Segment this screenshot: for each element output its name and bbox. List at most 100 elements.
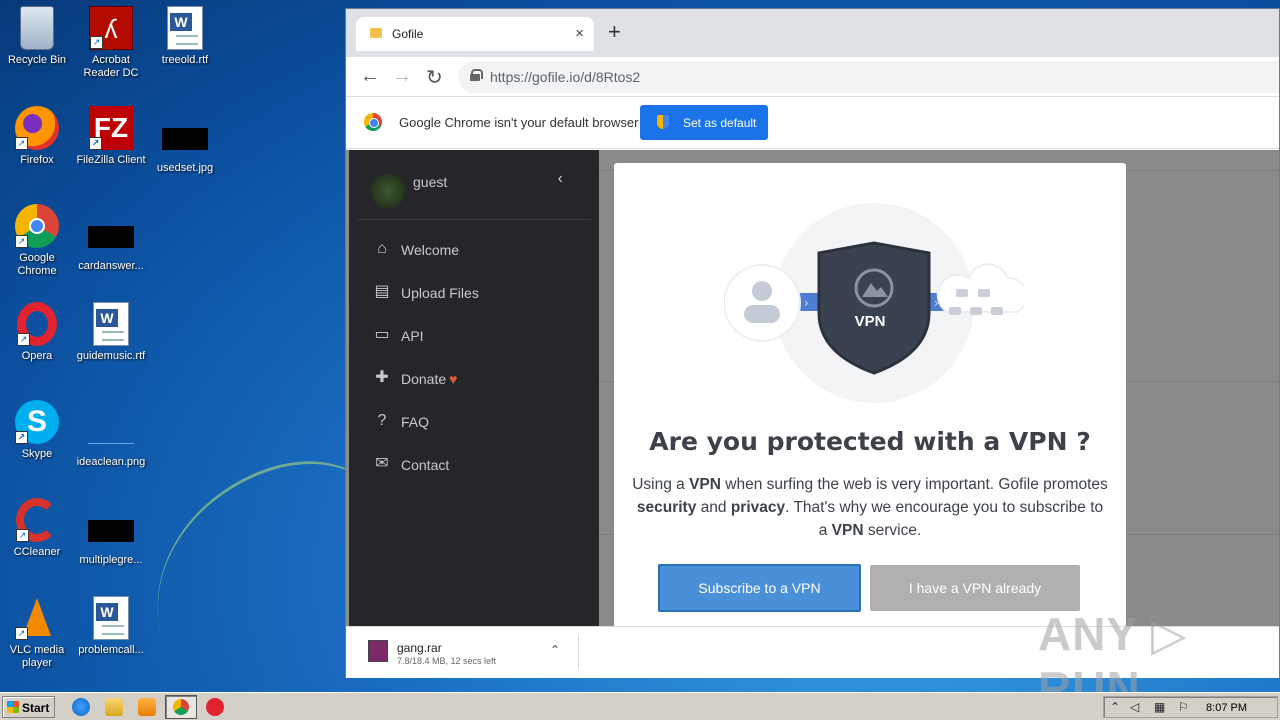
- desktop-icon-label: guidemusic.rtf: [76, 350, 146, 362]
- svg-text:›: ›: [804, 296, 809, 310]
- reload-icon[interactable]: ↻: [426, 65, 443, 90]
- opera-icon: ↗: [17, 302, 57, 346]
- file-thumbnail: [162, 128, 208, 150]
- desktop-icon-filezilla[interactable]: FZ ↗ FileZilla Client: [74, 106, 148, 167]
- desktop-icon-label: multiplegre...: [79, 554, 143, 566]
- vpn-illustration: › ›: [724, 203, 1024, 403]
- desktop-icon-label: Recycle Bin: [7, 54, 67, 66]
- chevron-up-icon[interactable]: ⌃: [550, 643, 560, 657]
- url-text: https://gofile.io/d/8Rtos2: [490, 69, 641, 85]
- clock[interactable]: 8:07 PM: [1206, 702, 1247, 714]
- taskbar-chrome-button[interactable]: [165, 695, 197, 719]
- opera-icon[interactable]: [206, 698, 224, 716]
- shortcut-arrow-icon: ↗: [89, 137, 102, 150]
- desktop-icon-cardanswer[interactable]: cardanswer...: [74, 214, 148, 273]
- desktop-icon-ideaclean[interactable]: ideaclean.png: [74, 410, 148, 469]
- desktop-icon-label: ideaclean.png: [76, 456, 146, 468]
- desktop-icon-treeold[interactable]: W treeold.rtf: [148, 6, 222, 67]
- desktop: Recycle Bin ↗ Firefox ↗ Google Chrome ↗ O…: [0, 0, 438, 720]
- browser-toolbar: ← → ↻ https://gofile.io/d/8Rtos2: [346, 57, 1279, 97]
- chrome-window: Gofile × + ← → ↻ https://gofile.io/d/8Rt…: [345, 8, 1280, 714]
- sidebar-item-api[interactable]: ▭ API: [349, 314, 599, 357]
- word-document-icon: W: [167, 6, 203, 50]
- desktop-icon-label: treeold.rtf: [161, 54, 209, 66]
- start-button[interactable]: Start: [2, 696, 55, 718]
- flag-icon[interactable]: ⚐: [1178, 700, 1189, 714]
- desktop-icon-label: Firefox: [20, 154, 54, 166]
- desktop-icon-firefox[interactable]: ↗ Firefox: [0, 106, 74, 167]
- word-document-icon: W: [93, 302, 129, 346]
- sidebar-item-welcome[interactable]: ⌂ Welcome: [349, 228, 599, 271]
- gofile-favicon: [370, 28, 382, 38]
- desktop-icon-label: FileZilla Client: [76, 154, 146, 166]
- vlc-cone-icon: ↗: [15, 596, 59, 640]
- sidebar-item-contact[interactable]: ✉ Contact: [349, 443, 599, 486]
- sidebar-item-faq[interactable]: ? FAQ: [349, 400, 599, 443]
- internet-explorer-icon[interactable]: [72, 698, 90, 716]
- user-panel: guest ‹: [357, 150, 591, 220]
- shortcut-arrow-icon: ↗: [17, 333, 30, 346]
- network-icon[interactable]: ▦: [1154, 700, 1165, 714]
- home-icon: ⌂: [377, 240, 387, 257]
- desktop-icon-label: problemcall...: [78, 644, 144, 656]
- desktop-icon-google-chrome[interactable]: ↗ Google Chrome: [0, 204, 74, 278]
- chevron-left-icon[interactable]: ‹: [558, 170, 563, 188]
- shortcut-arrow-icon: ↗: [15, 627, 28, 640]
- shortcut-arrow-icon: ↗: [15, 235, 28, 248]
- forward-arrow-icon[interactable]: →: [392, 65, 412, 88]
- desktop-icon-ccleaner[interactable]: ↗ CCleaner: [0, 498, 74, 559]
- desktop-icon-label: cardanswer...: [78, 260, 144, 272]
- file-thumbnail: [88, 226, 134, 248]
- desktop-icon-problemcall[interactable]: W problemcall...: [74, 596, 148, 657]
- rar-file-icon: [368, 640, 388, 662]
- shortcut-arrow-icon: ↗: [15, 431, 28, 444]
- close-tab-icon[interactable]: ×: [575, 25, 584, 42]
- desktop-icon-acrobat[interactable]: ʎ ↗ Acrobat Reader DC: [74, 6, 148, 80]
- sidebar-item-label: FAQ: [401, 414, 430, 430]
- desktop-icon-label: Skype: [21, 448, 53, 460]
- desktop-icon-label: usedset.jpg: [156, 162, 214, 174]
- sidebar-item-donate[interactable]: ✚ Donate ♥: [349, 357, 599, 400]
- desktop-icon-recycle-bin[interactable]: Recycle Bin: [0, 6, 74, 67]
- tab-strip: Gofile × +: [346, 9, 1279, 57]
- sidebar-item-label: Welcome: [401, 242, 460, 258]
- media-player-icon[interactable]: [138, 698, 156, 716]
- desktop-icon-usedset[interactable]: usedset.jpg: [148, 116, 222, 175]
- vpn-modal: › › VPN Are you protected with a VPN ? U…: [614, 163, 1126, 626]
- desktop-icon-label: Opera: [21, 350, 53, 362]
- page-content: guest ‹ ⌂ Welcome ▤ Upload Files ▭ API ✚…: [346, 150, 1279, 626]
- desktop-icon-multiplegre[interactable]: multiplegre...: [74, 508, 148, 567]
- tray-expand-icon[interactable]: ⌃: [1110, 700, 1120, 714]
- lock-icon[interactable]: [470, 69, 483, 81]
- file-thumbnail: [88, 520, 134, 542]
- new-tab-button[interactable]: +: [608, 19, 621, 45]
- chrome-icon: [173, 699, 189, 715]
- volume-icon[interactable]: ◁: [1130, 700, 1139, 714]
- desc-bold: VPN: [689, 476, 721, 493]
- user-name: guest: [413, 174, 448, 190]
- desktop-icon-opera[interactable]: ↗ Opera: [0, 302, 74, 363]
- sidebar-item-upload-files[interactable]: ▤ Upload Files: [349, 271, 599, 314]
- sidebar-item-label: API: [401, 328, 424, 344]
- shortcut-arrow-icon: ↗: [16, 529, 29, 542]
- desc-text: Using a: [632, 476, 690, 493]
- set-as-default-button[interactable]: Set as default: [640, 105, 768, 140]
- image-thumbnail: [88, 422, 134, 444]
- desktop-icon-label: Acrobat Reader DC: [83, 54, 139, 79]
- tab-title: Gofile: [392, 27, 424, 41]
- avatar[interactable]: [371, 174, 405, 208]
- subscribe-vpn-button[interactable]: Subscribe to a VPN: [658, 564, 861, 612]
- file-explorer-icon[interactable]: [105, 698, 123, 716]
- desktop-icon-guidemusic[interactable]: W guidemusic.rtf: [74, 302, 148, 363]
- tab-gofile[interactable]: Gofile ×: [356, 17, 594, 51]
- chrome-logo-icon: [364, 113, 382, 131]
- have-vpn-button[interactable]: I have a VPN already: [870, 565, 1080, 611]
- desc-text: when surfing the web is very important. …: [720, 476, 1108, 493]
- back-arrow-icon[interactable]: ←: [360, 65, 380, 88]
- recycle-bin-icon: [20, 6, 54, 50]
- download-filename[interactable]: gang.rar: [397, 641, 442, 655]
- address-bar[interactable]: https://gofile.io/d/8Rtos2: [458, 61, 1279, 93]
- desktop-icon-skype[interactable]: S ↗ Skype: [0, 400, 74, 461]
- word-document-icon: W: [93, 596, 129, 640]
- desktop-icon-vlc[interactable]: ↗ VLC media player: [0, 596, 74, 670]
